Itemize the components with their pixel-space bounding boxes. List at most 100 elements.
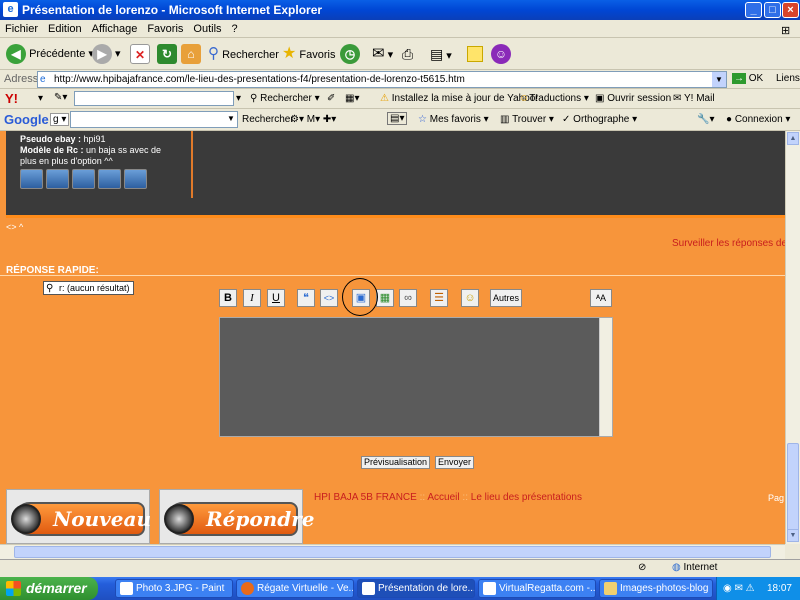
start-button[interactable]: démarrer: [0, 577, 98, 600]
address-input[interactable]: e http://www.hpibajafrance.com/le-lieu-d…: [37, 71, 727, 88]
vertical-scrollbar[interactable]: ▲ ▼: [785, 131, 800, 544]
scroll-up-icon[interactable]: ▲: [787, 132, 799, 145]
email-icon[interactable]: [72, 169, 95, 189]
window-titlebar[interactable]: e Présentation de lorenzo - Microsoft In…: [0, 0, 800, 20]
google-spell-button[interactable]: ✓ Orthographe ▾: [562, 114, 637, 125]
task-ie-presentation[interactable]: Présentation de lore...: [357, 579, 475, 598]
private-message-icon[interactable]: [46, 169, 69, 189]
favorites-button[interactable]: ★ Favoris: [282, 43, 335, 65]
translate-button[interactable]: ☺Traductions ▾: [519, 93, 589, 104]
mail-button[interactable]: ✉ ▾: [372, 43, 393, 65]
task-paint[interactable]: Photo 3.JPG - Paint: [115, 579, 233, 598]
bold-button[interactable]: B: [219, 289, 237, 307]
address-dropdown-icon[interactable]: ▼: [712, 72, 726, 87]
google-favorites-button[interactable]: ☆ Mes favoris ▾: [418, 114, 489, 125]
google-search-dropdown-icon[interactable]: ▼: [227, 114, 235, 123]
highlight-icon[interactable]: ✐: [327, 93, 335, 104]
underline-button[interactable]: U: [267, 289, 285, 307]
google-g-menu[interactable]: g ▾: [50, 113, 70, 126]
tray-icons[interactable]: ◉ ✉ ⚠: [723, 583, 755, 594]
yahoo-logo-icon[interactable]: Y!: [5, 91, 18, 106]
watch-replies-link[interactable]: Surveiller les réponses de: [672, 238, 785, 249]
pencil-icon[interactable]: ✎▾: [54, 92, 67, 103]
task-firefox[interactable]: Régate Virtuelle - Ve...: [236, 579, 354, 598]
google-extras-icons[interactable]: ⚙▾ M▾ ✚▾: [290, 114, 336, 125]
menu-help[interactable]: ?: [227, 20, 243, 38]
menu-outils[interactable]: Outils: [188, 20, 226, 38]
link-icon[interactable]: ∞: [399, 289, 417, 307]
wrench-icon[interactable]: 🔧▾: [697, 114, 714, 125]
refresh-button[interactable]: ↻: [157, 43, 177, 65]
media-icon[interactable]: ▦: [376, 289, 394, 307]
menu-favoris[interactable]: Favoris: [142, 20, 188, 38]
print-button[interactable]: ⎙: [402, 43, 413, 65]
go-button[interactable]: → OK: [732, 73, 763, 84]
menu-bar: Fichier Edition Affichage Favoris Outils? ⊞: [0, 20, 800, 38]
toolbar-options-icon[interactable]: ▦▾: [345, 93, 359, 104]
list-icon[interactable]: ☰: [430, 289, 448, 307]
horizontal-scrollbar[interactable]: [0, 544, 785, 559]
menu-affichage[interactable]: Affichage: [87, 20, 143, 38]
message-textarea[interactable]: [219, 317, 613, 437]
stop-button[interactable]: ✕: [130, 43, 150, 65]
back-button[interactable]: ◀ Précédente ▾: [6, 43, 94, 65]
edit-button[interactable]: ▤ ▾: [430, 43, 452, 65]
scroll-thumb[interactable]: [787, 443, 799, 539]
smiley-icon[interactable]: ☺: [461, 289, 479, 307]
menu-edition[interactable]: Edition: [43, 20, 87, 38]
popup-blocker-button[interactable]: ▤▾: [387, 112, 408, 125]
google-search-button[interactable]: Rechercher: [242, 114, 294, 125]
home-button[interactable]: ⌂: [181, 43, 201, 65]
new-topic-button[interactable]: Nouveau: [6, 489, 151, 544]
minimize-button[interactable]: _: [745, 2, 762, 18]
links-label[interactable]: Liens: [776, 73, 800, 84]
nav-arrows[interactable]: <> ^: [6, 222, 23, 232]
send-button[interactable]: Envoyer: [435, 456, 475, 469]
yahoo-install-button[interactable]: ⚠ Installez la mise à jour de Yahoo!: [380, 93, 538, 104]
scroll-thumb[interactable]: [14, 546, 771, 558]
breadcrumb-presentations[interactable]: Le lieu des présentations: [471, 492, 582, 503]
contacts-icon[interactable]: [124, 169, 147, 189]
website-icon[interactable]: [98, 169, 121, 189]
profile-user-icon[interactable]: [20, 169, 43, 189]
breadcrumb: HPI BAJA 5B FRANCE :: Accueil :: Le lieu…: [314, 492, 582, 503]
yahoo-search-input[interactable]: [74, 91, 234, 106]
italic-button[interactable]: I: [243, 289, 261, 307]
preview-button[interactable]: Prévisualisation: [361, 456, 431, 469]
breadcrumb-separator: ::: [462, 492, 468, 503]
font-size-icon[interactable]: ᴬA: [590, 289, 612, 307]
breadcrumb-forum[interactable]: HPI BAJA 5B FRANCE: [314, 492, 417, 503]
notes-button[interactable]: [467, 43, 483, 65]
yahoo-search-button[interactable]: ⚲ Rechercher ▾: [250, 93, 320, 104]
model-label: Modèle de Rc :: [20, 145, 84, 155]
yahoo-install-label: Installez la mise à jour de Yahoo!: [391, 93, 539, 104]
reply-button[interactable]: Répondre: [159, 489, 314, 544]
task-images-folder[interactable]: Images-photos-blog: [599, 579, 713, 598]
history-button[interactable]: ◷: [340, 43, 360, 65]
yahoo-search-dropdown-icon[interactable]: ▾: [236, 93, 241, 104]
google-search-input[interactable]: [70, 111, 238, 128]
search-button[interactable]: ⚲ Rechercher: [208, 43, 279, 65]
textarea-scrollbar[interactable]: [599, 318, 612, 436]
messenger-button[interactable]: ☺: [491, 43, 511, 65]
close-button[interactable]: ×: [782, 2, 799, 18]
popup-status-icon[interactable]: ⊘: [638, 562, 646, 573]
google-logo-icon[interactable]: Google: [4, 112, 49, 127]
scroll-down-icon[interactable]: ▼: [787, 529, 799, 542]
forward-arrow-icon: ▶: [92, 44, 112, 65]
google-find-button[interactable]: ▥ Trouver ▾: [500, 114, 554, 125]
breadcrumb-home[interactable]: Accueil: [427, 492, 459, 503]
quote-icon[interactable]: ❝: [297, 289, 315, 307]
task-virtualregatta[interactable]: VirtualRegatta.com -...: [478, 579, 596, 598]
envelope-icon: ✉: [673, 93, 682, 104]
menu-fichier[interactable]: Fichier: [0, 20, 43, 38]
more-button[interactable]: Autres: [490, 289, 522, 307]
forward-button[interactable]: ▶ ▾: [92, 43, 121, 65]
code-icon[interactable]: <>: [320, 289, 338, 307]
ymail-button[interactable]: ✉ Y! Mail: [673, 93, 715, 104]
maximize-button[interactable]: □: [764, 2, 781, 18]
google-connect-button[interactable]: ● Connexion ▾: [726, 114, 790, 125]
connect-icon: ●: [726, 114, 733, 125]
open-session-button[interactable]: ▣ Ouvrir session: [595, 93, 671, 104]
task-label: VirtualRegatta.com -...: [499, 583, 596, 594]
